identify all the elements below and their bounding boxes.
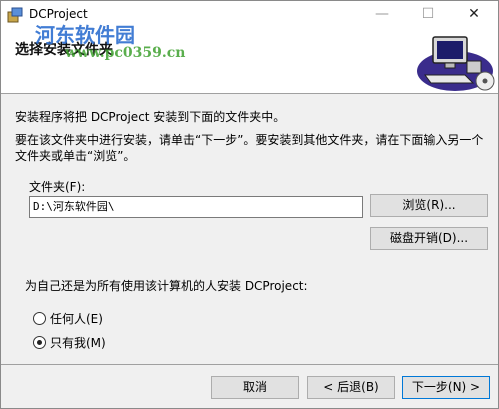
watermark-site-name: 河东软件园 <box>35 23 135 47</box>
radio-everyone-circle[interactable] <box>33 312 46 325</box>
radio-everyone[interactable]: 任何人(E) <box>33 310 103 327</box>
radio-just-me-label: 只有我(M) <box>50 336 106 350</box>
footer-divider <box>1 364 498 365</box>
computer-illustration-icon <box>411 31 497 93</box>
watermark-url: www.pc0359.cn <box>65 45 186 61</box>
installer-app-icon <box>7 7 23 23</box>
installer-window: DCProject — ☐ ✕ 选择安装文件夹 河东软件园 www.pc0359… <box>0 0 499 409</box>
wizard-header: 选择安装文件夹 河东软件园 www.pc0359.cn <box>1 23 498 94</box>
install-instructions: 要在该文件夹中进行安装，请单击“下一步”。要安装到其他文件夹，请在下面输入另一个… <box>15 133 484 163</box>
disk-cost-button[interactable]: 磁盘开销(D)... <box>370 227 488 250</box>
folder-path-input[interactable]: D:\河东软件园\ <box>29 196 363 218</box>
cancel-button[interactable]: 取消 <box>211 376 299 399</box>
install-location-info: 安装程序将把 DCProject 安装到下面的文件夹中。 <box>15 110 286 124</box>
browse-button[interactable]: 浏览(R)... <box>370 194 488 217</box>
minimize-button[interactable]: — <box>359 1 405 29</box>
install-for-question: 为自己还是为所有使用该计算机的人安装 DCProject: <box>25 279 308 293</box>
radio-just-me-circle[interactable] <box>33 336 46 349</box>
folder-label: 文件夹(F): <box>29 180 86 194</box>
maximize-button[interactable]: ☐ <box>405 1 451 29</box>
radio-just-me[interactable]: 只有我(M) <box>33 334 106 351</box>
back-button[interactable]: < 后退(B) <box>307 376 395 399</box>
radio-everyone-label: 任何人(E) <box>50 312 103 326</box>
next-button[interactable]: 下一步(N) > <box>402 376 490 399</box>
close-button[interactable]: ✕ <box>451 1 497 29</box>
wizard-content: 安装程序将把 DCProject 安装到下面的文件夹中。 要在该文件夹中进行安装… <box>1 94 498 364</box>
